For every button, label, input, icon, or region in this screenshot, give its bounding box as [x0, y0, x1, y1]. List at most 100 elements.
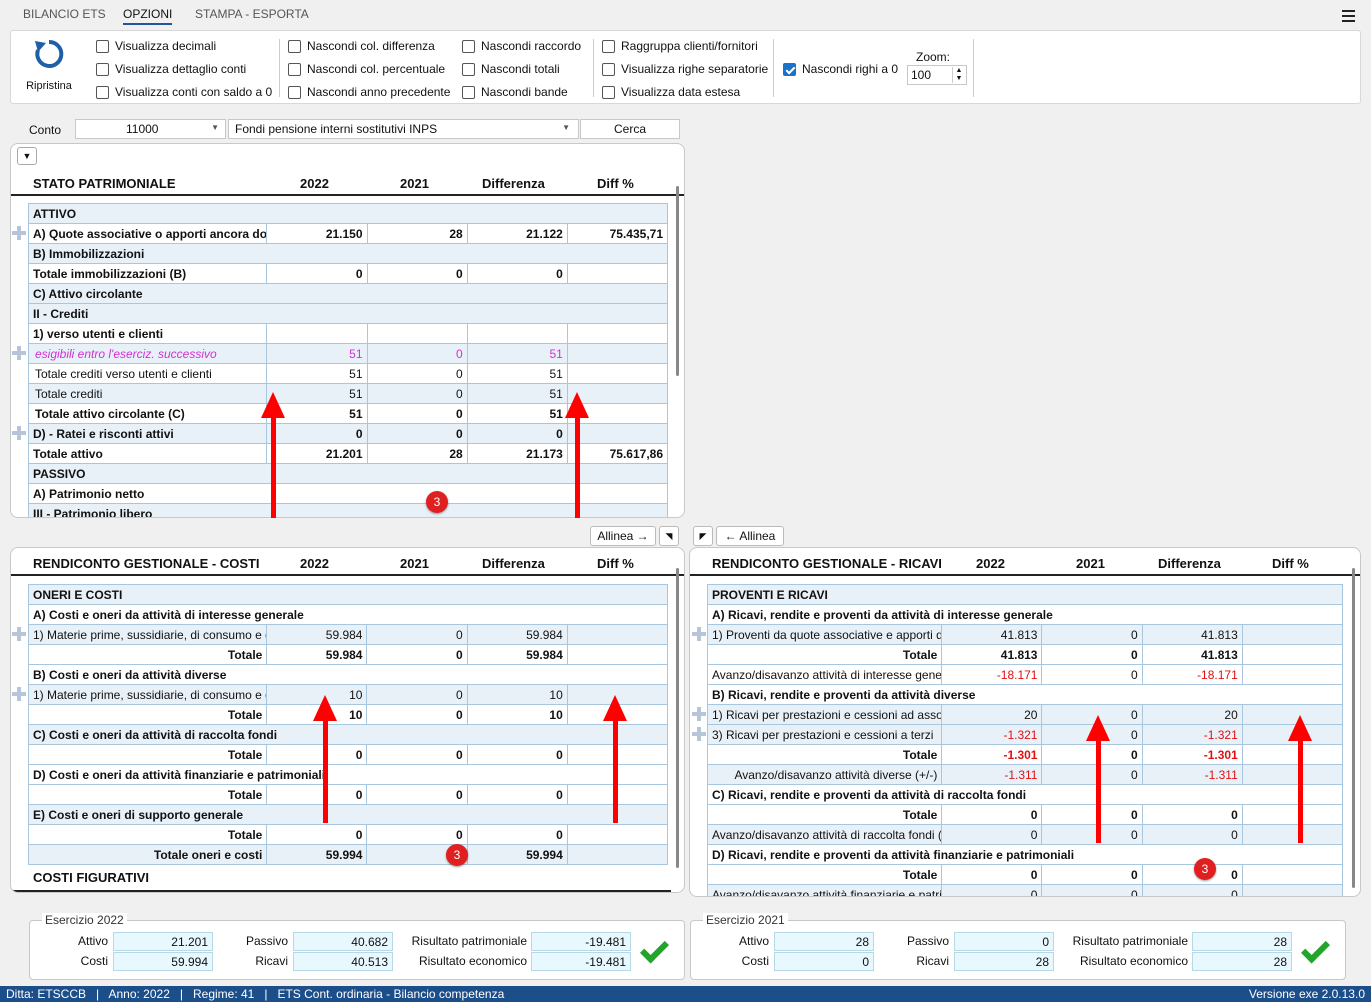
table-row[interactable]: Totale immobilizzazioni (B) 0 0 0	[27, 263, 669, 284]
table-row[interactable]: A) Ricavi, rendite e proventi da attivit…	[707, 604, 1343, 625]
table-row[interactable]: Totale oneri e costi59.994059.994	[27, 844, 669, 865]
option-checkbox[interactable]: Visualizza righe separatorie	[602, 62, 768, 76]
table-row[interactable]: C) Ricavi, rendite e proventi da attivit…	[707, 784, 1343, 805]
row-value: 10	[466, 684, 568, 705]
expand-row-icon[interactable]	[12, 687, 26, 701]
scrollbar[interactable]	[676, 568, 679, 868]
table-row[interactable]: D) - Ratei e risconti attivi 0 0 0	[27, 423, 669, 444]
collapse-toggle-icon[interactable]: ▼	[17, 147, 37, 165]
option-label: Visualizza dettaglio conti	[115, 62, 247, 76]
table-row[interactable]: Totale 10 0 10	[27, 704, 669, 725]
table-row[interactable]: A) Patrimonio netto	[28, 483, 668, 504]
table-row[interactable]: ONERI E COSTI	[28, 584, 668, 605]
table-row[interactable]: III - Patrimonio libero	[28, 503, 668, 517]
row-value: 0	[1141, 804, 1243, 825]
table-row[interactable]: A) Costi e oneri da attività di interess…	[28, 604, 668, 625]
option-checkbox[interactable]: Visualizza conti con saldo a 0	[96, 85, 272, 99]
expand-row-icon[interactable]	[12, 426, 26, 440]
table-row[interactable]: A) Quote associative o apporti ancora do…	[27, 223, 669, 244]
option-checkbox[interactable]: Visualizza dettaglio conti	[96, 62, 246, 76]
table-row[interactable]: 1) Materie prime, sussidiarie, di consum…	[27, 684, 669, 705]
risultato-economico-value: -19.481	[531, 952, 631, 971]
hide-zero-rows-checkbox[interactable]: Nascondi righi a 0	[783, 62, 898, 76]
option-checkbox[interactable]: Nascondi col. differenza	[288, 39, 435, 53]
table-row[interactable]: D) Ricavi, rendite e proventi da attivit…	[707, 844, 1343, 865]
option-checkbox[interactable]: Visualizza data estesa	[602, 85, 740, 99]
table-row[interactable]: Avanzo/disavanzo attività diverse (+/-) -…	[706, 764, 1344, 785]
table-row[interactable]: 1) Proventi da quote associative e appor…	[706, 624, 1344, 645]
attivo-label: Attivo	[738, 934, 769, 948]
table-row[interactable]: C) Costi e oneri da attività di raccolta…	[28, 724, 668, 745]
table-row[interactable]: Totale -1.301 0 -1.301	[706, 744, 1344, 765]
table-row[interactable]: 1) verso utenti e clienti	[27, 323, 669, 344]
row-label: Totale	[706, 744, 943, 765]
table-row[interactable]: Totale attivo 21.201 28 21.173 75.617,86	[27, 443, 669, 464]
option-checkbox[interactable]: Nascondi raccordo	[462, 39, 581, 53]
table-row[interactable]: Avanzo/disavanzo attività di interesse g…	[706, 664, 1344, 685]
expand-row-icon[interactable]	[12, 226, 26, 240]
corner-toggle-icon[interactable]: ◥	[659, 526, 679, 546]
conto-description-select[interactable]: Fondi pensione interni sostitutivi INPS …	[228, 119, 579, 139]
table-row[interactable]: Totale 0 0 0	[706, 804, 1344, 825]
corner-toggle-icon[interactable]: ◤	[693, 526, 713, 546]
row-value: 0	[1141, 864, 1243, 885]
scrollbar[interactable]	[676, 186, 679, 376]
option-checkbox[interactable]: Nascondi anno precedente	[288, 85, 450, 99]
table-row[interactable]: Totale crediti verso utenti e clienti 51 0…	[27, 363, 669, 384]
table-row[interactable]: Totale 0 0 0	[27, 784, 669, 805]
table-row[interactable]: E) Costi e oneri di supporto generale	[28, 804, 668, 825]
table-row[interactable]: C) Attivo circolante	[28, 283, 668, 304]
option-checkbox[interactable]: Visualizza decimali	[96, 39, 216, 53]
table-row[interactable]: Totale 41.813 0 41.813	[706, 644, 1344, 665]
menu-icon[interactable]	[1342, 10, 1355, 22]
option-checkbox[interactable]: Nascondi col. percentuale	[288, 62, 445, 76]
table-row[interactable]: B) Immobilizzazioni	[28, 243, 668, 264]
table-row[interactable]: B) Costi e oneri da attività diverse	[28, 664, 668, 685]
conto-code-select[interactable]: 11000 ▼	[75, 119, 226, 139]
align-right-button[interactable]: Allinea →	[590, 526, 656, 546]
expand-row-icon[interactable]	[12, 627, 26, 641]
tab-bilancio-ets[interactable]: BILANCIO ETS	[23, 7, 106, 21]
status-left: Ditta: ETSCCB | Anno: 2022 | Regime: 41 …	[6, 987, 505, 1001]
table-row[interactable]: ATTIVO	[28, 203, 668, 224]
spinner-arrows-icon[interactable]: ▲ ▼	[952, 67, 965, 83]
expand-row-icon[interactable]	[692, 707, 706, 721]
table-row[interactable]: 1) Materie prime, sussidiarie, di consum…	[27, 624, 669, 645]
option-checkbox[interactable]: Nascondi bande	[462, 85, 568, 99]
option-label: Nascondi anno precedente	[307, 85, 451, 99]
tab-opzioni[interactable]: OPZIONI	[123, 7, 173, 25]
row-value: 0	[366, 704, 468, 725]
table-row[interactable]: II - Crediti	[28, 303, 668, 324]
table-row[interactable]: Avanzo/disavanzo attività di raccolta fo…	[706, 824, 1344, 845]
passivo-value: 0	[954, 932, 1054, 951]
expand-row-icon[interactable]	[692, 727, 706, 741]
tab-stampa-esporta[interactable]: STAMPA - ESPORTA	[195, 7, 309, 21]
table-row[interactable]: Totale 0 0 0	[706, 864, 1344, 885]
expand-row-icon[interactable]	[692, 627, 706, 641]
option-label: Visualizza decimali	[115, 39, 217, 53]
table-row[interactable]: 1) Ricavi per prestazioni e cessioni ad …	[706, 704, 1344, 725]
table-row[interactable]: B) Ricavi, rendite e proventi da attivit…	[707, 684, 1343, 705]
table-row[interactable]: 3) Ricavi per prestazioni e cessioni a t…	[706, 724, 1344, 745]
option-checkbox[interactable]: Nascondi totali	[462, 62, 560, 76]
table-row[interactable]: Totale 0 0 0	[27, 824, 669, 845]
row-value: 20	[941, 704, 1043, 725]
reset-button[interactable]: Ripristina	[23, 37, 75, 92]
table-row[interactable]: Avanzo/disavanzo attività finanziarie e …	[706, 884, 1344, 896]
conto-description-value: Fondi pensione interni sostitutivi INPS	[235, 122, 438, 136]
scrollbar[interactable]	[1352, 568, 1355, 888]
row-value: 51	[266, 363, 368, 384]
expand-row-icon[interactable]	[12, 346, 26, 360]
search-button[interactable]: Cerca	[580, 119, 680, 139]
align-left-button[interactable]: ← Allinea	[716, 526, 784, 546]
row-value	[566, 644, 669, 665]
table-row[interactable]: D) Costi e oneri da attività finanziarie…	[28, 764, 668, 785]
table-row[interactable]: Totale 0 0 0	[27, 744, 669, 765]
table-row[interactable]: PROVENTI E RICAVI	[707, 584, 1343, 605]
table-row[interactable]: Totale 59.984 0 59.984	[27, 644, 669, 665]
row-value: 0	[366, 363, 468, 384]
zoom-stepper[interactable]: 100 ▲ ▼	[907, 65, 967, 85]
table-row[interactable]: esigibili entro l'eserciz. successivo 51 0…	[27, 343, 669, 364]
option-checkbox[interactable]: Raggruppa clienti/fornitori	[602, 39, 758, 53]
table-row[interactable]: PASSIVO	[28, 463, 668, 484]
